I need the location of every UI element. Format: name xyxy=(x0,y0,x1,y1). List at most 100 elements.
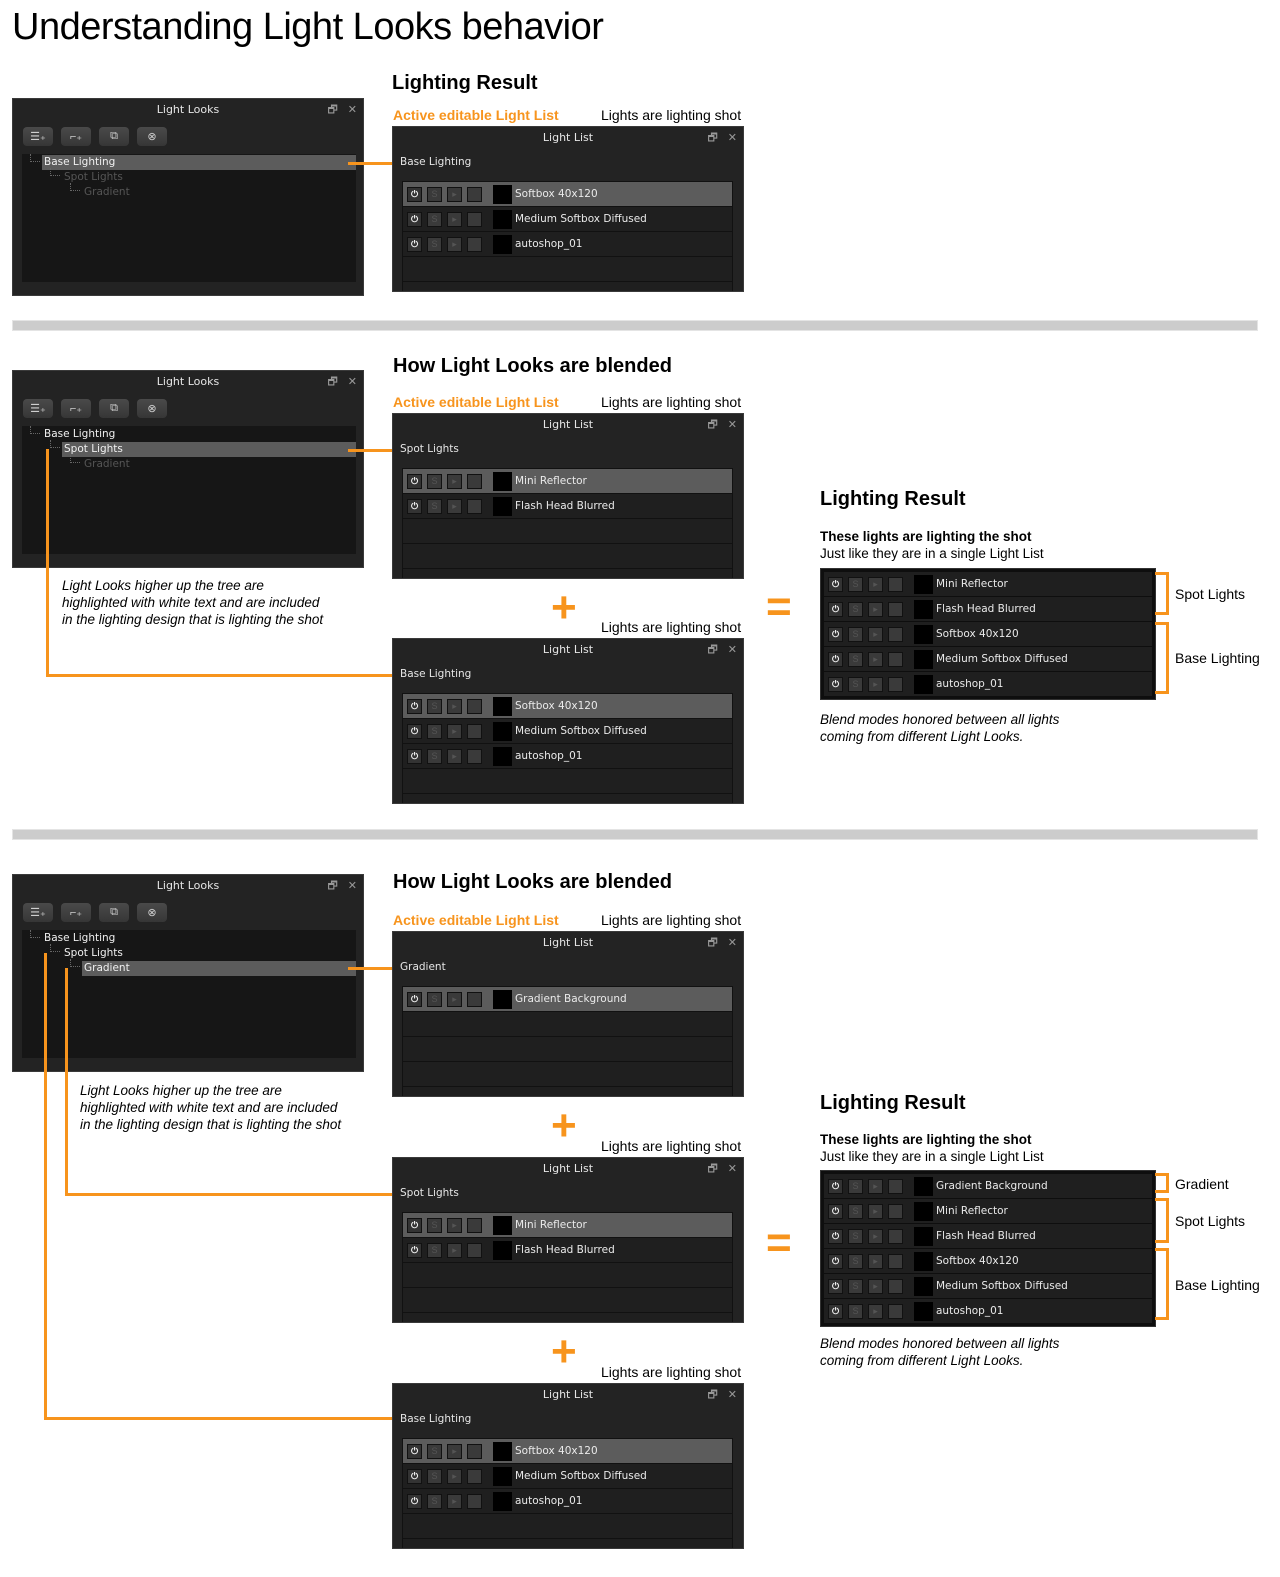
select-icon[interactable]: ▸ xyxy=(868,1203,883,1219)
power-icon[interactable]: ⏻ xyxy=(407,723,422,739)
delete-light-look-button[interactable]: ⊗ xyxy=(137,399,167,418)
tree-item-gradient[interactable]: Gradient xyxy=(22,457,356,472)
select-icon[interactable]: ▸ xyxy=(447,723,462,739)
add-light-look-button[interactable]: ☰₊ xyxy=(23,399,53,418)
solo-icon[interactable]: S xyxy=(427,698,442,714)
lock-icon[interactable] xyxy=(888,576,903,592)
light-row[interactable]: ⏻ S ▸ Mini Reflector xyxy=(403,469,732,493)
lock-icon[interactable] xyxy=(467,1242,482,1258)
select-icon[interactable]: ▸ xyxy=(447,473,462,489)
tree-item-base-lighting[interactable]: Base Lighting xyxy=(22,427,356,442)
lock-icon[interactable] xyxy=(467,1468,482,1484)
select-icon[interactable]: ▸ xyxy=(868,626,883,642)
lock-icon[interactable] xyxy=(467,748,482,764)
power-icon[interactable]: ⏻ xyxy=(407,748,422,764)
select-icon[interactable]: ▸ xyxy=(447,698,462,714)
light-row[interactable]: ⏻ S ▸ Mini Reflector xyxy=(824,1199,1152,1223)
select-icon[interactable]: ▸ xyxy=(447,991,462,1007)
close-icon[interactable]: ✕ xyxy=(728,414,737,436)
select-icon[interactable]: ▸ xyxy=(868,1303,883,1319)
power-icon[interactable]: ⏻ xyxy=(407,1468,422,1484)
solo-icon[interactable]: S xyxy=(848,651,863,667)
lock-icon[interactable] xyxy=(467,211,482,227)
lock-icon[interactable] xyxy=(888,1253,903,1269)
close-icon[interactable]: ✕ xyxy=(348,875,357,897)
lock-icon[interactable] xyxy=(888,1278,903,1294)
power-icon[interactable]: ⏻ xyxy=(407,1443,422,1459)
restore-icon[interactable]: 🗗 xyxy=(707,1158,717,1180)
light-row[interactable]: ⏻ S ▸ autoshop_01 xyxy=(403,744,732,768)
lock-icon[interactable] xyxy=(888,601,903,617)
light-row[interactable]: ⏻ S ▸ Gradient Background xyxy=(403,987,732,1011)
lock-icon[interactable] xyxy=(467,186,482,202)
restore-icon[interactable]: 🗗 xyxy=(707,639,717,661)
light-row[interactable]: ⏻ S ▸ Medium Softbox Diffused xyxy=(403,207,732,231)
light-row[interactable]: ⏻ S ▸ Gradient Background xyxy=(824,1174,1152,1198)
close-icon[interactable]: ✕ xyxy=(348,99,357,121)
light-row[interactable]: ⏻ S ▸ Medium Softbox Diffused xyxy=(824,1274,1152,1298)
select-icon[interactable]: ▸ xyxy=(447,748,462,764)
add-light-look-button[interactable]: ☰₊ xyxy=(23,903,53,922)
power-icon[interactable]: ⏻ xyxy=(407,1242,422,1258)
close-icon[interactable]: ✕ xyxy=(728,639,737,661)
select-icon[interactable]: ▸ xyxy=(447,498,462,514)
close-icon[interactable]: ✕ xyxy=(728,932,737,954)
solo-icon[interactable]: S xyxy=(848,1228,863,1244)
lock-icon[interactable] xyxy=(888,676,903,692)
restore-icon[interactable]: 🗗 xyxy=(707,1384,717,1406)
power-icon[interactable]: ⏻ xyxy=(828,651,843,667)
solo-icon[interactable]: S xyxy=(427,211,442,227)
light-row[interactable]: ⏻ S ▸ Flash Head Blurred xyxy=(403,1238,732,1262)
solo-icon[interactable]: S xyxy=(848,1253,863,1269)
solo-icon[interactable]: S xyxy=(427,473,442,489)
solo-icon[interactable]: S xyxy=(427,991,442,1007)
solo-icon[interactable]: S xyxy=(427,1217,442,1233)
solo-icon[interactable]: S xyxy=(848,601,863,617)
light-row[interactable]: ⏻ S ▸ Flash Head Blurred xyxy=(824,1224,1152,1248)
light-row[interactable]: ⏻ S ▸ Softbox 40x120 xyxy=(824,1249,1152,1273)
solo-icon[interactable]: S xyxy=(848,1303,863,1319)
restore-icon[interactable]: 🗗 xyxy=(707,932,717,954)
power-icon[interactable]: ⏻ xyxy=(828,626,843,642)
select-icon[interactable]: ▸ xyxy=(868,601,883,617)
select-icon[interactable]: ▸ xyxy=(447,211,462,227)
add-child-light-look-button[interactable]: ⌐₊ xyxy=(61,399,91,418)
lock-icon[interactable] xyxy=(467,473,482,489)
add-child-light-look-button[interactable]: ⌐₊ xyxy=(61,127,91,146)
select-icon[interactable]: ▸ xyxy=(447,1443,462,1459)
power-icon[interactable]: ⏻ xyxy=(828,1228,843,1244)
lock-icon[interactable] xyxy=(888,1228,903,1244)
power-icon[interactable]: ⏻ xyxy=(407,1217,422,1233)
select-icon[interactable]: ▸ xyxy=(447,186,462,202)
lock-icon[interactable] xyxy=(888,1203,903,1219)
lock-icon[interactable] xyxy=(467,698,482,714)
lock-icon[interactable] xyxy=(467,1493,482,1509)
lock-icon[interactable] xyxy=(467,723,482,739)
light-row[interactable]: ⏻ S ▸ Mini Reflector xyxy=(824,572,1152,596)
close-icon[interactable]: ✕ xyxy=(728,127,737,149)
power-icon[interactable]: ⏻ xyxy=(828,1253,843,1269)
solo-icon[interactable]: S xyxy=(427,236,442,252)
light-row[interactable]: ⏻ S ▸ Medium Softbox Diffused xyxy=(403,719,732,743)
solo-icon[interactable]: S xyxy=(848,676,863,692)
select-icon[interactable]: ▸ xyxy=(447,1493,462,1509)
close-icon[interactable]: ✕ xyxy=(348,371,357,393)
select-icon[interactable]: ▸ xyxy=(447,1242,462,1258)
delete-light-look-button[interactable]: ⊗ xyxy=(137,127,167,146)
light-row[interactable]: ⏻ S ▸ Flash Head Blurred xyxy=(403,494,732,518)
light-row[interactable]: ⏻ S ▸ autoshop_01 xyxy=(403,232,732,256)
restore-icon[interactable]: 🗗 xyxy=(327,99,337,121)
solo-icon[interactable]: S xyxy=(848,1203,863,1219)
select-icon[interactable]: ▸ xyxy=(868,1228,883,1244)
solo-icon[interactable]: S xyxy=(427,1443,442,1459)
restore-icon[interactable]: 🗗 xyxy=(327,875,337,897)
lock-icon[interactable] xyxy=(467,1443,482,1459)
tree-item-base-lighting[interactable]: Base Lighting xyxy=(22,931,356,946)
lock-icon[interactable] xyxy=(888,1178,903,1194)
light-row[interactable]: ⏻ S ▸ autoshop_01 xyxy=(824,1299,1152,1323)
lock-icon[interactable] xyxy=(888,651,903,667)
solo-icon[interactable]: S xyxy=(848,576,863,592)
add-light-look-button[interactable]: ☰₊ xyxy=(23,127,53,146)
power-icon[interactable]: ⏻ xyxy=(407,236,422,252)
light-row[interactable]: ⏻ S ▸ Softbox 40x120 xyxy=(824,622,1152,646)
